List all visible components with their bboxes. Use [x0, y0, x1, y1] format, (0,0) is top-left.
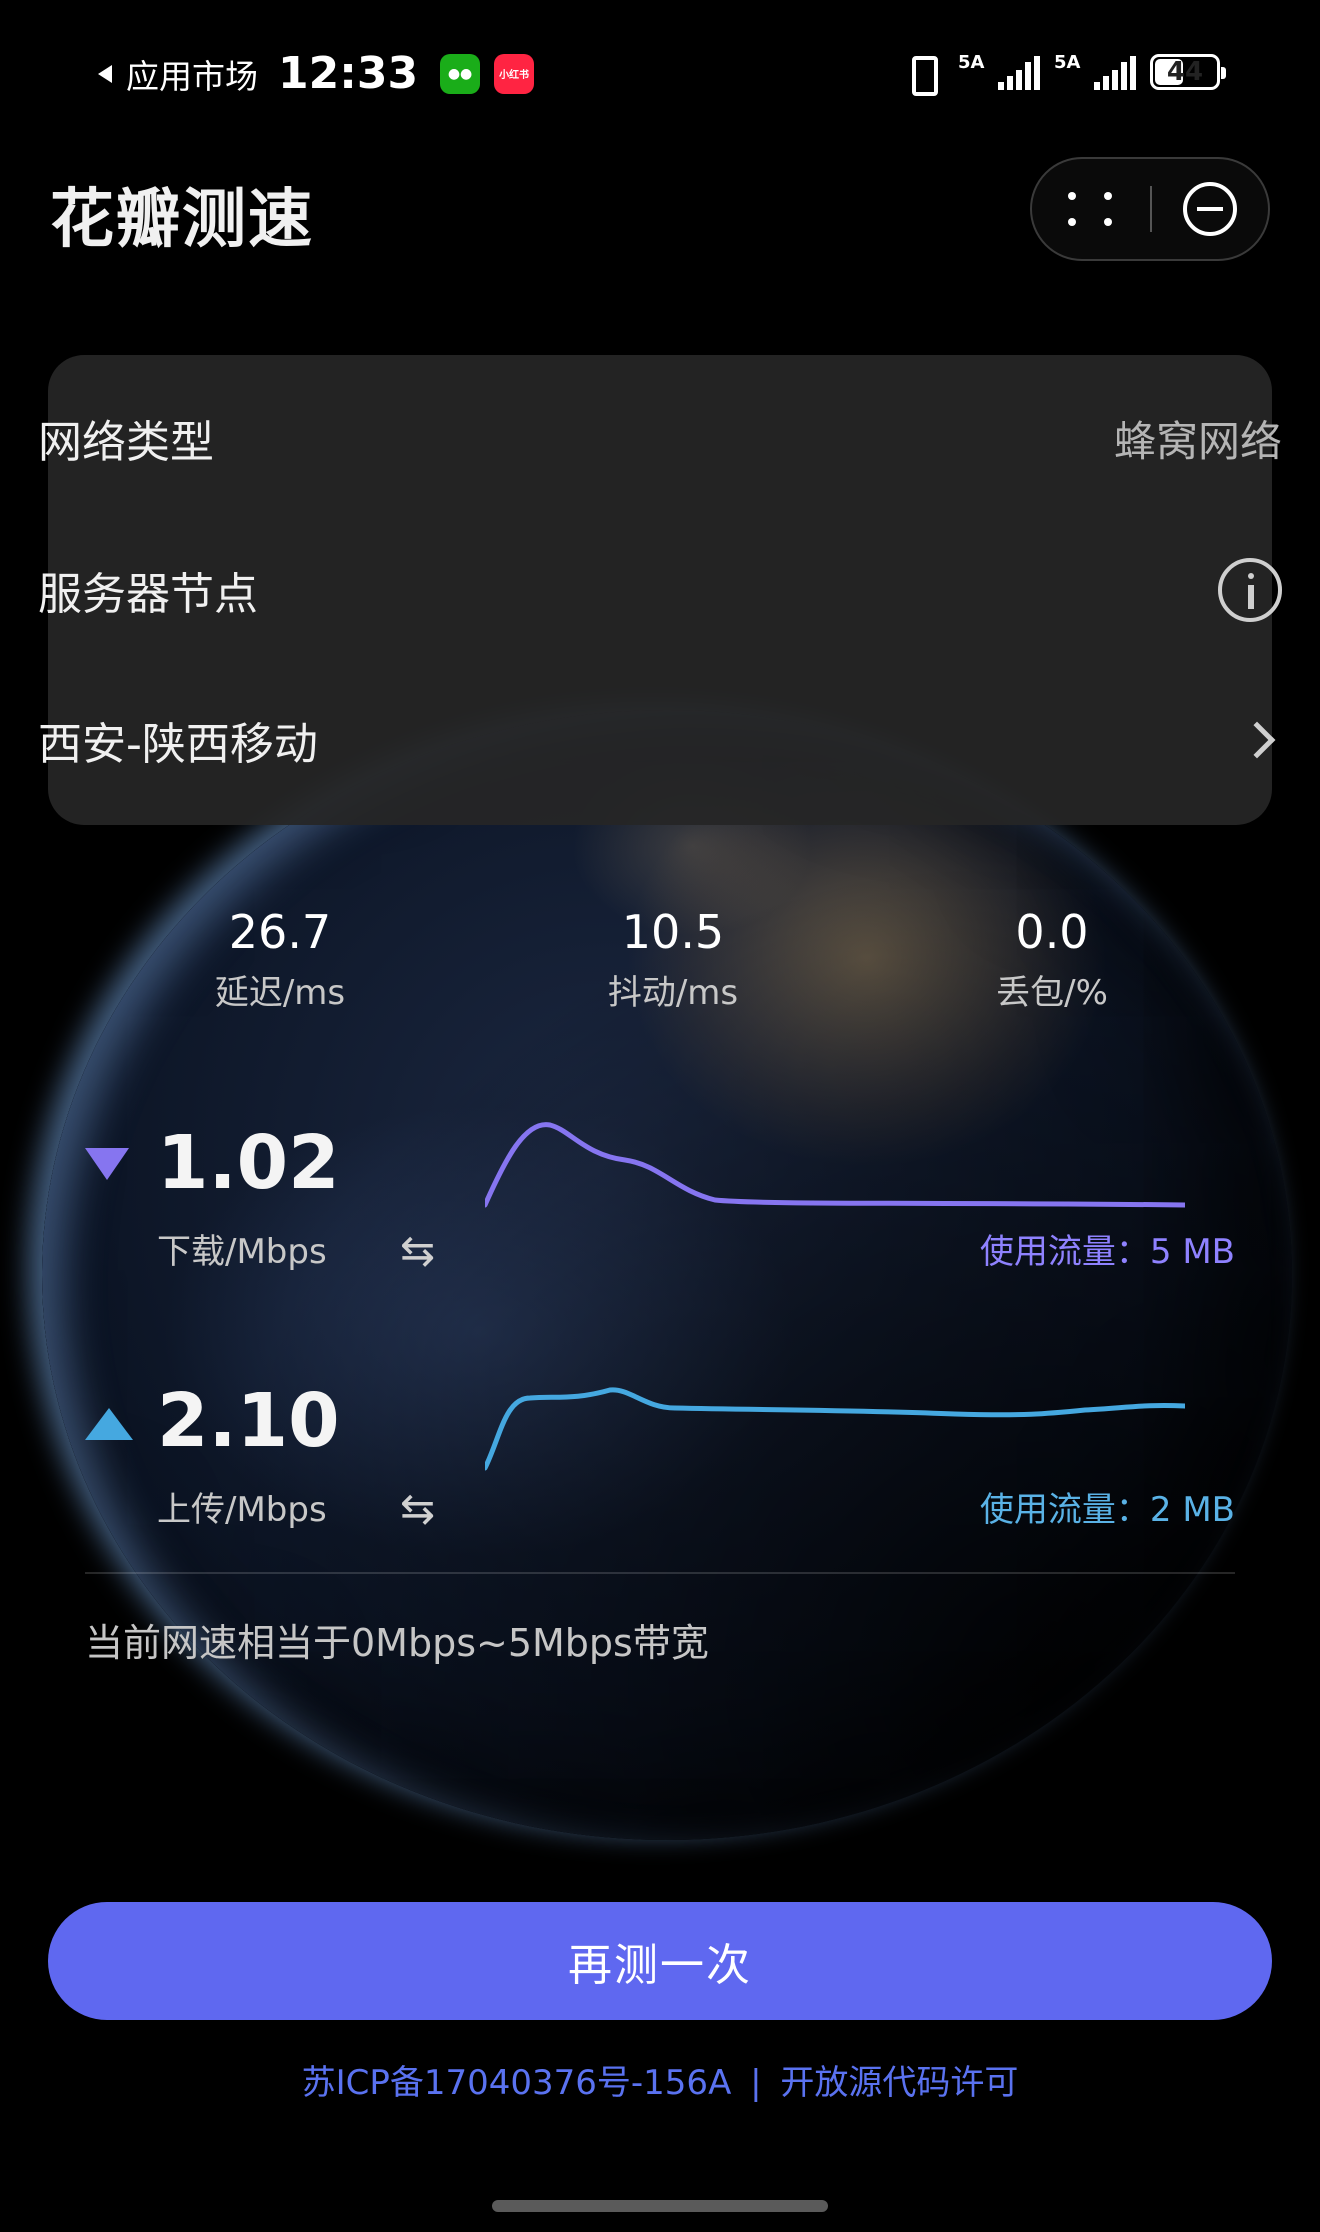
download-usage: 使用流量：5 MB [979, 1232, 1235, 1272]
signal-icon-1: 5A [958, 52, 1040, 90]
minus-circle-icon [1183, 182, 1237, 236]
upload-value: 2.10 [157, 1378, 340, 1464]
back-arrow-icon[interactable] [98, 64, 112, 83]
status-right: 5A 5A 44 [900, 52, 1226, 96]
jitter-metric: 10.5 抖动/ms [553, 905, 793, 1014]
speed-test-screen: 应用市场 12:33 ●● 小红书 5A 5A 44 花瓣测速 网络类型 蜂窝网… [0, 0, 1320, 2232]
download-value: 1.02 [157, 1120, 340, 1206]
back-app-label[interactable]: 应用市场 [126, 50, 258, 98]
signal-2-label: 5A [1054, 52, 1081, 73]
bandwidth-summary: 当前网速相当于0Mbps~5Mbps带宽 [85, 1621, 709, 1665]
battery-level: 44 [1166, 57, 1204, 87]
jitter-value: 10.5 [621, 905, 725, 959]
retest-button[interactable]: 再测一次 [48, 1902, 1272, 2020]
page-title: 花瓣测速 [50, 183, 314, 257]
open-source-license-link[interactable]: 开放源代码许可 [780, 2063, 1018, 2103]
server-node-row: 服务器节点 [38, 550, 1282, 630]
signal-1-label: 5A [958, 52, 985, 73]
network-type-label: 网络类型 [38, 417, 214, 468]
upload-usage: 使用流量：2 MB [979, 1490, 1235, 1530]
network-type-row: 网络类型 蜂窝网络 [38, 398, 1282, 478]
download-sparkline [485, 1122, 1185, 1208]
network-type-value: 蜂窝网络 [1113, 416, 1282, 466]
packet-loss-value: 0.0 [1015, 905, 1089, 959]
info-icon[interactable] [1218, 558, 1282, 622]
footer-separator: | [750, 2063, 762, 2103]
upload-unit: 上传/Mbps [157, 1490, 327, 1530]
latency-metric: 26.7 延迟/ms [160, 905, 400, 1014]
more-dots-icon [1068, 192, 1114, 226]
home-indicator[interactable] [492, 2200, 828, 2212]
footer: 苏ICP备17040376号-156A | 开放源代码许可 [0, 2055, 1320, 2104]
section-divider [85, 1572, 1235, 1574]
mini-program-capsule [1030, 157, 1270, 261]
download-triangle-icon [85, 1148, 129, 1180]
signal-icon-2: 5A [1054, 52, 1136, 90]
status-bar: 应用市场 12:33 ●● 小红书 5A 5A 44 [0, 40, 1320, 110]
vibrate-icon [900, 54, 944, 96]
server-select-row[interactable]: 西安-陕西移动 [38, 700, 1282, 780]
upload-triangle-icon [85, 1408, 133, 1440]
upload-sparkline [485, 1387, 1185, 1471]
download-swap-icon[interactable]: ⇆ [400, 1226, 435, 1275]
upload-block: 2.10 上传/Mbps ⇆ 使用流量：2 MB [85, 1378, 1235, 1568]
upload-swap-icon[interactable]: ⇆ [400, 1484, 435, 1533]
more-button[interactable] [1032, 159, 1150, 259]
packet-loss-unit: 丢包/% [996, 973, 1108, 1013]
clock: 12:33 [278, 48, 419, 99]
latency-unit: 延迟/ms [214, 973, 346, 1013]
status-left: 应用市场 12:33 ●● 小红书 [98, 48, 535, 99]
battery-icon: 44 [1150, 54, 1226, 90]
chevron-right-icon [1238, 721, 1276, 759]
icp-link[interactable]: 苏ICP备17040376号-156A [302, 2063, 732, 2103]
server-node-value: 西安-陕西移动 [38, 719, 318, 770]
download-block: 1.02 下载/Mbps ⇆ 使用流量：5 MB [85, 1120, 1235, 1310]
jitter-unit: 抖动/ms [607, 973, 739, 1013]
xiaohongshu-icon: 小红书 [494, 53, 535, 94]
wechat-icon: ●● [440, 53, 481, 94]
download-unit: 下载/Mbps [157, 1232, 327, 1272]
server-node-label: 服务器节点 [38, 569, 258, 620]
packet-loss-metric: 0.0 丢包/% [932, 905, 1172, 1014]
latency-value: 26.7 [228, 905, 332, 959]
close-button[interactable] [1152, 159, 1268, 259]
